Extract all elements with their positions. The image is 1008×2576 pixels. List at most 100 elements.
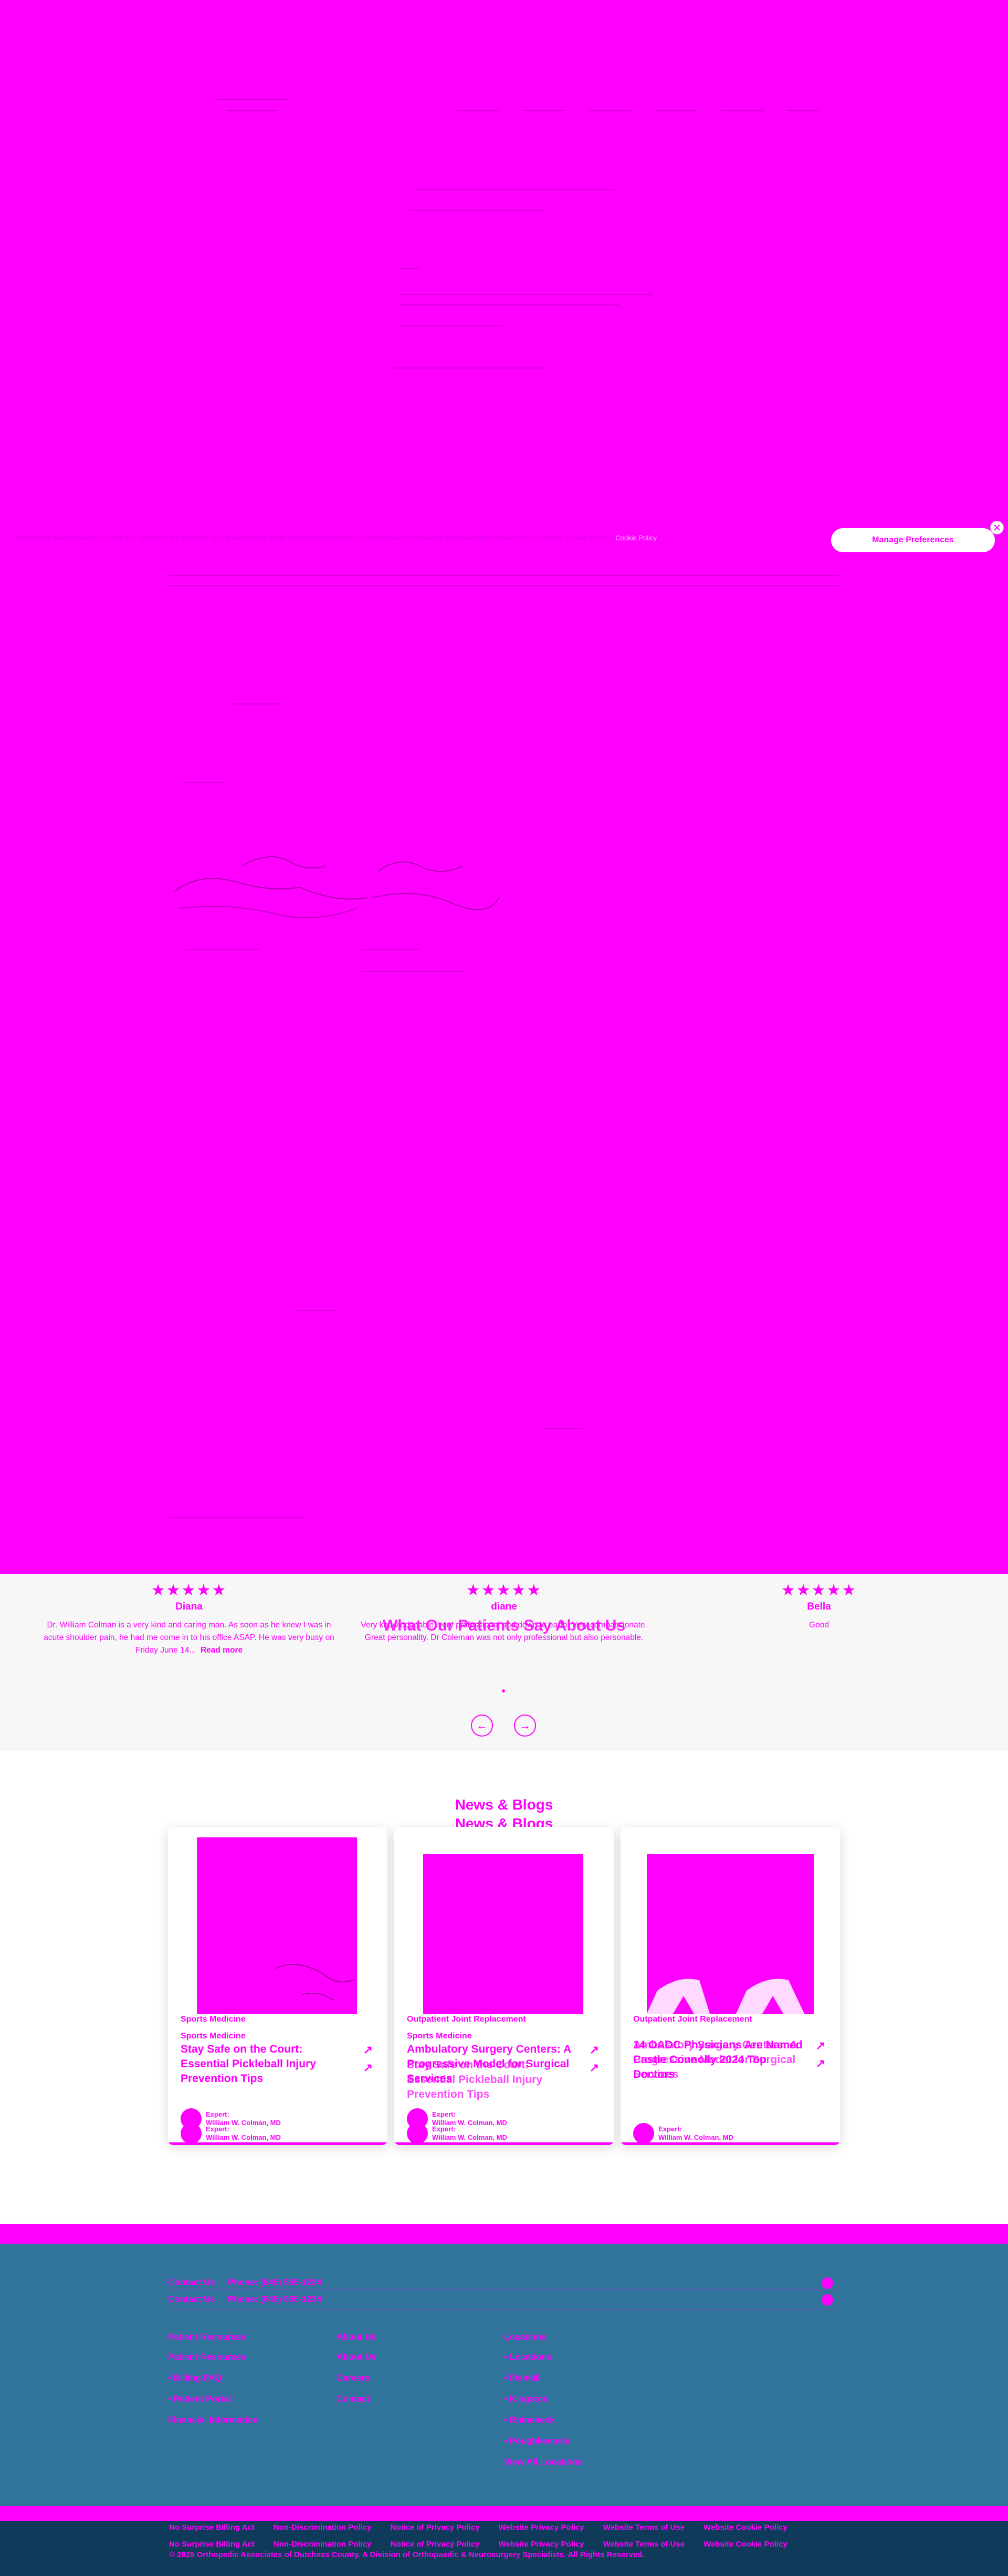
ghost-line [294,1310,336,1311]
news-category[interactable]: Outpatient Joint Replacement [633,2015,752,2024]
intro-ghost-line [168,575,840,576]
news-card-title[interactable]: 14 OADC Physicians Are Named Castle Conn… [633,2038,806,2082]
footer-link[interactable]: Careers [337,2368,376,2389]
main-nav [457,105,819,111]
ghost-line [546,1428,583,1429]
legal-link[interactable]: Notice of Privacy Policy [391,2540,480,2549]
footer-link[interactable]: • Locations [504,2347,582,2368]
star-rating-icon: ★★★★★ [466,1582,542,1599]
avatar [407,2123,428,2144]
hero-ghost-line [415,189,614,190]
footer-link[interactable]: • Poughkeepsie [504,2431,582,2452]
footer-link[interactable]: • Patient Portal [168,2389,258,2410]
star-rating-icon: ★★★★★ [781,1582,857,1599]
legal-link[interactable]: Website Privacy Policy [499,2540,584,2549]
hero-ghost-line [399,268,420,269]
news-category[interactable]: Outpatient Joint Replacement [407,2015,526,2024]
site-logo[interactable] [215,89,294,126]
legal-link[interactable]: Website Privacy Policy [499,2523,584,2532]
cookie-policy-link[interactable]: Cookie Policy [615,534,657,542]
phone-link[interactable]: Phone: (845) 555-1234 [228,2294,322,2304]
legal-link[interactable]: Website Terms of Use [603,2523,685,2532]
arrow-up-right-icon[interactable]: ↗ [590,2061,599,2075]
review-text: Good [809,1621,829,1629]
card-accent-bar [621,2142,840,2145]
legal-link[interactable]: Website Cookie Policy [704,2540,788,2549]
footer-contact: Contact Us Phone: (845) 555-1234 [168,2277,322,2287]
nav-item[interactable] [457,110,499,111]
footer-bottom-band [0,2506,1008,2521]
section-ghost-line [184,782,226,783]
legal-link[interactable]: Non-Discrimination Policy [274,2540,372,2549]
social-icon[interactable] [822,2277,833,2289]
news-card-image [423,1854,583,2014]
legal-link[interactable]: No Surprise Billing Act [169,2540,255,2549]
news-card-image [647,1854,814,2014]
footer-link[interactable]: View All Locations [504,2452,582,2473]
legal-link[interactable]: Website Terms of Use [603,2540,685,2549]
nav-item[interactable] [523,110,565,111]
hero-ghost-line [388,367,546,369]
card-accent-bar [168,2142,387,2145]
footer-link[interactable]: • Rhinebeck [504,2410,582,2431]
legal-link[interactable]: Non-Discrimination Policy [274,2523,372,2532]
phone-link[interactable]: Phone: (845) 555-1234 [228,2277,322,2287]
news-category[interactable]: Sports Medicine [181,2032,246,2041]
section-ghost-line [231,703,284,705]
footer-link[interactable]: Patient Resources [168,2347,258,2368]
carousel-dot[interactable] [502,1689,505,1692]
nav-item[interactable] [721,110,763,111]
news-card-image [197,1837,357,2014]
read-more-link[interactable]: Read more [201,1646,243,1655]
hero-ghost-line [410,210,546,211]
news-card[interactable]: Outpatient Joint Replacement Ambulatory … [621,1827,840,2145]
ghost-caption [362,949,420,950]
hero-ghost-line [399,294,651,295]
arrow-up-right-icon[interactable]: ↗ [363,2061,373,2075]
arrow-up-right-icon[interactable]: ↗ [363,2043,373,2057]
news-expert: Expert: William W. Colman, MD [633,2123,833,2144]
footer-top-band [0,2224,1008,2244]
reviewer-name: diane [491,1601,517,1612]
footer-link[interactable]: About Us [337,2347,376,2368]
news-card-title[interactable]: Stay Safe on the Court: Essential Pickle… [181,2042,354,2086]
legal-link[interactable]: Website Cookie Policy [704,2523,788,2532]
news-card[interactable]: Outpatient Joint Replacement Sports Medi… [394,1827,614,2145]
legal-link[interactable]: Notice of Privacy Policy [391,2523,480,2532]
manage-preferences-button[interactable]: Manage Preferences [831,528,995,552]
social-icon[interactable] [822,2294,833,2306]
legal-link[interactable]: No Surprise Billing Act [169,2523,255,2532]
footer-link[interactable]: Contact [337,2389,376,2410]
arrow-up-right-icon[interactable]: ↗ [590,2043,599,2057]
ghost-caption [186,949,260,950]
footer-link[interactable]: • Billing FAQ [168,2368,258,2389]
news-card[interactable]: Sports Medicine Sports Medicine Stay Saf… [168,1827,387,2145]
cookie-banner-text: This website uses cookies to ensure you … [14,534,657,542]
ghost-caption [362,971,462,972]
footer-link[interactable]: • Fishkill [504,2368,582,2389]
reviewer-name: Diana [175,1601,203,1612]
physicians-illustration [647,1979,804,2014]
close-icon[interactable] [990,521,1004,534]
avatar [633,2123,654,2144]
arrow-up-right-icon[interactable]: ↗ [816,2057,825,2070]
footer-link[interactable]: Financial Information [168,2410,258,2431]
testimonial-card: ★★★★★ Bella Good [672,1582,966,1632]
nav-item[interactable] [589,110,631,111]
arrow-up-right-icon[interactable]: ↗ [816,2039,825,2053]
prev-arrow-icon[interactable]: ← [471,1715,493,1737]
news-card-title[interactable]: Ambulatory Surgery Centers: A Progressiv… [407,2042,580,2086]
news-expert: Expert: William W. Colman, MD [407,2123,606,2144]
pickleball-illustration [275,1964,355,2001]
next-arrow-icon[interactable]: → [514,1715,536,1737]
reviewer-name: Bella [807,1601,831,1612]
news-expert: Expert: William W. Colman, MD [181,2123,380,2144]
footer-column-locations: Locations • Locations • Fishkill • Kings… [504,2332,582,2473]
footer-link[interactable]: • Kingston [504,2389,582,2410]
news-category[interactable]: Sports Medicine [181,2015,246,2024]
review-text: Very knowledgeable, very professional an… [361,1621,647,1642]
news-category[interactable]: Sports Medicine [407,2032,472,2041]
nav-item[interactable] [655,110,697,111]
nav-item[interactable] [788,110,819,111]
legal-links: No Surprise Billing Act Non-Discriminati… [169,2540,788,2549]
